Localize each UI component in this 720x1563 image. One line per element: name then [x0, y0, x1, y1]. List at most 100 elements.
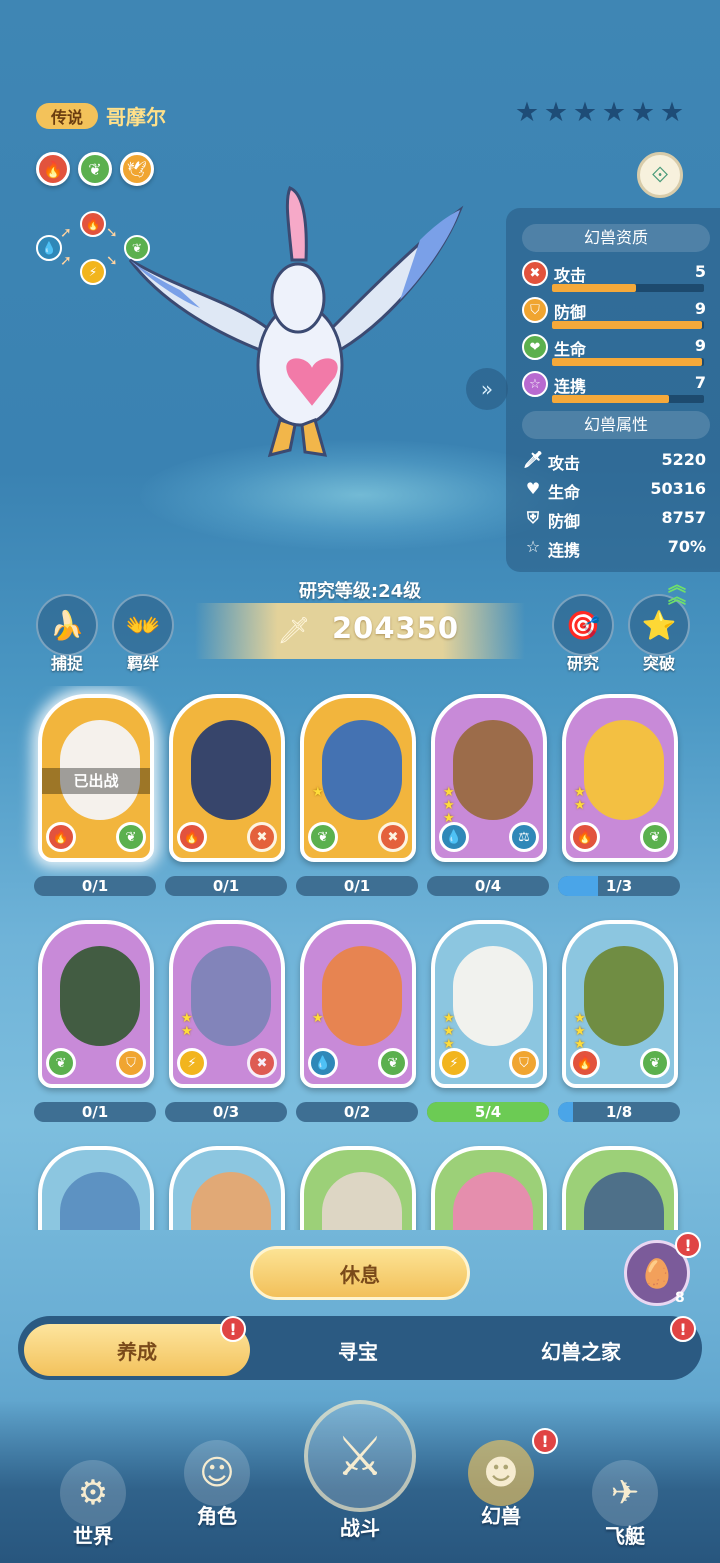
panel-collapse-button[interactable]: » — [466, 368, 508, 410]
star-icon: ★ — [601, 97, 627, 128]
card-stars: ★ ★ ★ — [443, 785, 455, 826]
egg-count: 8 — [675, 1290, 685, 1306]
fragment-progress: 1/3 — [558, 876, 680, 896]
nav-battle[interactable]: ⚔ 战斗 — [300, 1400, 420, 1541]
attribute-value: 50316 — [650, 479, 706, 498]
leaf-icon[interactable]: ❦ — [78, 152, 112, 186]
pet-card[interactable]: ★ ★ 🔥 ❦ — [562, 694, 678, 862]
combo-icon: ☆ — [522, 371, 548, 397]
alert-icon: ! — [220, 1316, 246, 1342]
nav-world[interactable]: ⚙ 世界 — [48, 1460, 138, 1549]
fragment-progress: 0/1 — [34, 876, 156, 896]
defense-icon: ⛉ — [522, 297, 548, 323]
bolt-icon: ⚡ — [80, 259, 106, 285]
nav-pets[interactable]: ☻ 幻兽 — [456, 1440, 546, 1529]
quality-row: ☆ 连携 7 — [522, 371, 712, 407]
alert-icon: ! — [532, 1428, 558, 1454]
pet-card[interactable]: ★ — [300, 1146, 416, 1230]
alert-icon: ! — [670, 1316, 696, 1342]
cross-icon: ✖ — [247, 1048, 277, 1078]
pet-card[interactable]: ★ — [431, 1146, 547, 1230]
pet-portrait — [191, 1172, 271, 1230]
attribute-value: 5220 — [661, 450, 706, 469]
fire-icon: 🔥 — [177, 822, 207, 852]
nav-character-label: 角色 — [197, 1504, 237, 1528]
pet-card[interactable]: 已出战 🔥 ❦ — [38, 694, 154, 862]
attribute-label: 防御 — [548, 512, 581, 531]
attack-icon: ✖ — [522, 260, 548, 286]
pet-card-grid[interactable]: 已出战 🔥 ❦ 0/1 🔥 ✖ 0/1 ★ ❦ ✖ 0/1 ★ ★ ★ 💧 ⚖ 0/4 ★ ★ 🔥 ❦ 1/3 ❦ ⛉ 0/1 ★… — [0, 686, 720, 1230]
quality-label: 连携 — [554, 377, 587, 396]
pet-card[interactable]: ★ ★ ★ 💧 ⚖ — [431, 694, 547, 862]
quality-value: 5 — [694, 262, 706, 281]
fire-icon: 🔥 — [570, 822, 600, 852]
pet-portrait — [60, 1172, 140, 1230]
quality-value: 9 — [694, 299, 706, 318]
cross-icon: ✖ — [378, 822, 408, 852]
stat-panel: 幻兽资质 ✖ 攻击 5 ⛉ 防御 9 ❤ 生命 9 ☆ 连携 7 幻兽属性 🗡 攻击 5220 ♥ 生命 503… — [506, 208, 720, 572]
pet-card[interactable]: ★ ★ ⚡ ✖ — [169, 920, 285, 1088]
sword-icon: ⚔ — [304, 1400, 416, 1512]
pet-card[interactable]: 🔥 ✖ — [169, 694, 285, 862]
fragment-progress: 5/4 — [427, 1102, 549, 1122]
upgrade-arrow-icon: ︽ ︽ — [668, 575, 686, 608]
quality-bar — [552, 395, 704, 403]
rest-button[interactable]: 休息 — [250, 1246, 470, 1300]
pet-portrait — [584, 1172, 664, 1230]
pet-card[interactable] — [169, 1146, 285, 1230]
fragment-count: 0/1 — [212, 877, 240, 895]
bond-button[interactable]: 👐 — [112, 594, 174, 656]
pet-card[interactable]: ❦ ⛉ — [38, 920, 154, 1088]
research-button[interactable]: 🎯 — [552, 594, 614, 656]
pet-portrait — [322, 1172, 402, 1230]
attribute-row: 🗡 攻击 5220 — [522, 450, 710, 476]
share-button[interactable]: ⟐ — [637, 152, 683, 198]
arrow-icon: ➘ — [106, 253, 118, 269]
fire-icon[interactable]: 🔥 — [36, 152, 70, 186]
sword-hand-icon: 🗡 — [277, 616, 311, 646]
leaf-icon: ❦ — [378, 1048, 408, 1078]
fragment-count: 5/4 — [474, 1103, 502, 1121]
star-outline-icon: ☆ — [525, 537, 541, 556]
alert-icon: ! — [675, 1232, 701, 1258]
fire-icon: 🔥 — [46, 822, 76, 852]
quality-row: ⛉ 防御 9 — [522, 297, 712, 333]
water-icon: 💧 — [36, 235, 62, 261]
pet-illustration[interactable] — [120, 180, 480, 480]
fragment-count: 1/8 — [605, 1103, 633, 1121]
star-rating: ★ ★ ★ ★ ★ ★ — [514, 97, 685, 128]
pet-card[interactable]: ★ ❦ ✖ — [300, 694, 416, 862]
fire-icon: 🔥 — [570, 1048, 600, 1078]
pet-card[interactable]: ★★★★🔥❦ — [562, 920, 678, 1088]
leaf-icon: ❦ — [116, 822, 146, 852]
pet-portrait — [322, 720, 402, 820]
shield-icon: ⛉ — [509, 1048, 539, 1078]
attribute-label: 攻击 — [548, 454, 581, 473]
tab-cultivate[interactable]: 养成 — [24, 1324, 250, 1376]
deployed-badge: 已出战 — [42, 768, 150, 794]
tab-pet-home[interactable]: 幻兽之家 — [468, 1324, 694, 1376]
target-icon: 🎯 — [552, 594, 614, 656]
nav-character[interactable]: ☺ 角色 — [172, 1440, 262, 1529]
world-icon: ⚙ — [60, 1460, 126, 1526]
pet-portrait — [322, 946, 402, 1046]
airship-icon: ✈ — [592, 1460, 658, 1526]
pet-card[interactable] — [38, 1146, 154, 1230]
capture-button[interactable]: 🍌 — [36, 594, 98, 656]
tab-treasure[interactable]: 寻宝 — [268, 1324, 448, 1376]
pet-card[interactable]: ★ — [562, 1146, 678, 1230]
arrow-icon: ➚ — [60, 225, 72, 241]
fragment-count: 0/1 — [81, 877, 109, 895]
hands-icon: 👐 — [112, 594, 174, 656]
pet-card[interactable]: ★ 💧 ❦ — [300, 920, 416, 1088]
nav-airship-label: 飞艇 — [605, 1524, 645, 1548]
bolt-icon: ⚡ — [177, 1048, 207, 1078]
quality-title: 幻兽资质 — [522, 224, 710, 252]
pet-portrait — [60, 946, 140, 1046]
attribute-row: ⛨ 防御 8757 — [522, 508, 710, 534]
pet-portrait — [453, 1172, 533, 1230]
fragment-progress: 0/1 — [165, 876, 287, 896]
nav-airship[interactable]: ✈ 飞艇 — [580, 1460, 670, 1549]
nav-world-label: 世界 — [73, 1524, 113, 1548]
pet-card[interactable]: ★ ★ ★ ⚡ ⛉ — [431, 920, 547, 1088]
